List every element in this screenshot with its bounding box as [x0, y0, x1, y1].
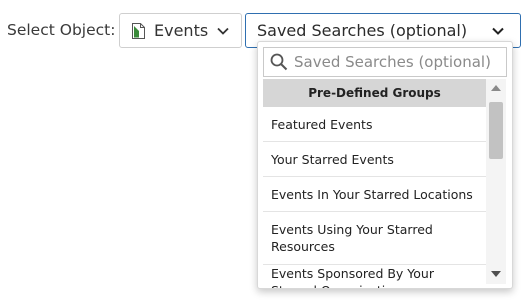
- group-header: Pre-Defined Groups: [263, 79, 486, 107]
- chevron-down-icon: [217, 27, 229, 35]
- scrollbar-thumb[interactable]: [489, 102, 503, 159]
- object-type-label: Events: [154, 21, 209, 40]
- search-icon: [270, 53, 288, 71]
- select-object-label: Select Object:: [7, 21, 116, 39]
- chevron-down-icon: [492, 27, 504, 35]
- dropdown-search-box: [263, 47, 507, 77]
- document-icon: [132, 22, 145, 39]
- list-item[interactable]: Events Using Your Starred Resources: [263, 212, 486, 265]
- list-item[interactable]: Events In Your Starred Locations: [263, 177, 486, 212]
- saved-searches-list: Pre-Defined Groups Featured Events Your …: [263, 79, 486, 288]
- dropdown-search-input[interactable]: [294, 53, 494, 71]
- list-item[interactable]: Events Sponsored By Your Starred Organiz…: [263, 265, 486, 288]
- saved-searches-dropdown-panel: Pre-Defined Groups Featured Events Your …: [257, 41, 513, 289]
- scroll-down-arrow-icon[interactable]: [491, 271, 501, 277]
- dropdown-scrollbar[interactable]: [486, 79, 506, 284]
- saved-searches-value: Saved Searches (optional): [257, 21, 468, 40]
- list-item[interactable]: Your Starred Events: [263, 142, 486, 177]
- scroll-up-arrow-icon[interactable]: [491, 85, 501, 91]
- object-type-dropdown-button[interactable]: Events: [119, 13, 242, 48]
- list-item[interactable]: Featured Events: [263, 107, 486, 142]
